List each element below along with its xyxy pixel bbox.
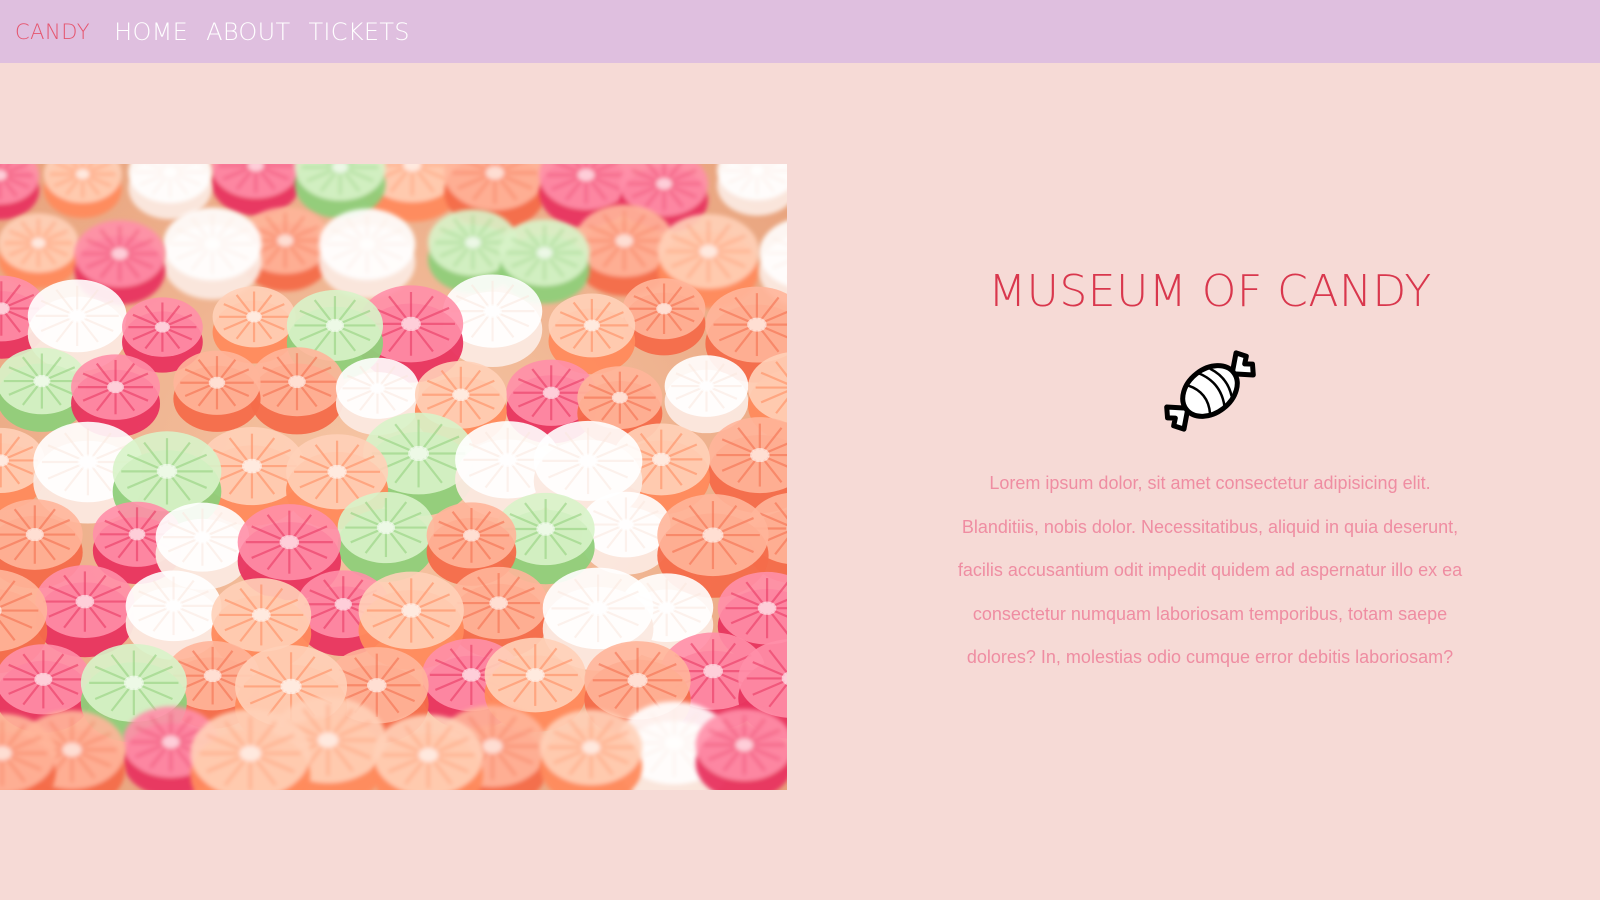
description-line: facilis accusantium odit impedit quidem … xyxy=(957,560,1463,580)
description-line: dolores? In, molestias odio cumque error… xyxy=(966,647,1454,667)
wrapped-candy-icon xyxy=(1164,350,1256,432)
description-line: Blanditiis, nobis dolor. Necessitatibus,… xyxy=(961,516,1459,537)
description-line: consectetur numquam laboriosam temporibu… xyxy=(972,603,1448,624)
brand-logo[interactable]: CANDY xyxy=(15,20,90,44)
description-line: Lorem ipsum dolor, sit amet consectetur … xyxy=(989,473,1431,493)
candy-piece xyxy=(318,208,416,299)
candy-piece xyxy=(581,491,671,575)
nav-about-link[interactable]: ABOUT xyxy=(206,18,290,46)
navbar: CANDY HOME ABOUT TICKETS xyxy=(0,0,1600,63)
nav-links: HOME ABOUT TICKETS xyxy=(114,18,410,46)
candy-piece xyxy=(337,491,435,582)
page-title: MUSEUM OF CANDY xyxy=(988,266,1432,317)
nav-home-link[interactable]: HOME xyxy=(114,18,188,46)
candy-piece xyxy=(163,207,262,300)
info-panel: MUSEUM OF CANDY Lorem ipsum dolor, sit a… xyxy=(930,262,1490,680)
candy-piece xyxy=(173,350,261,432)
candy-piece xyxy=(622,278,706,356)
candy-photo xyxy=(0,164,787,790)
candy-piece xyxy=(250,347,344,435)
candy-piece xyxy=(695,709,787,790)
candy-photo-graphic xyxy=(0,164,787,790)
candy-piece xyxy=(35,565,135,658)
nav-tickets-link[interactable]: TICKETS xyxy=(308,18,409,46)
description: Lorem ipsum dolor, sit amet consectetur … xyxy=(930,462,1490,680)
candy-piece xyxy=(540,709,643,790)
